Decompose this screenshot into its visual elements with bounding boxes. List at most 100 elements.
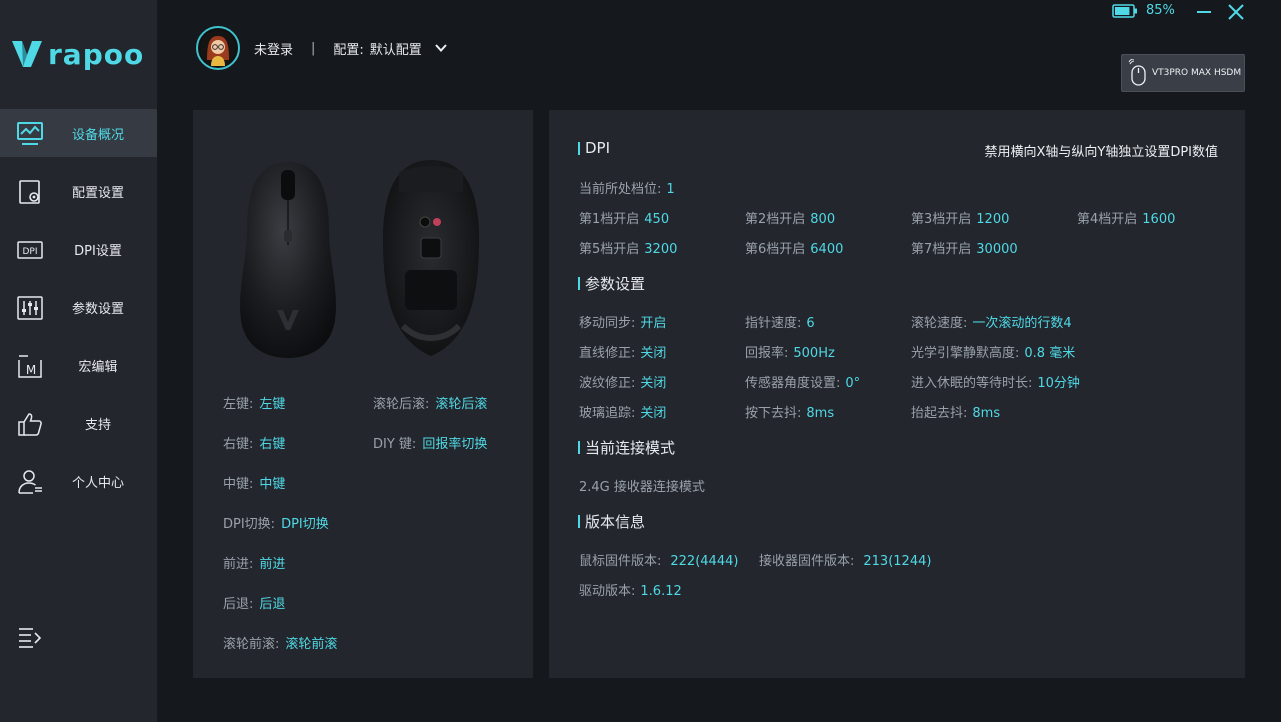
mapping-scroll-down[interactable]: 滚轮后滚: 滚轮后滚	[373, 393, 487, 412]
sidebar-item-macro[interactable]: M 宏编辑	[0, 341, 157, 389]
sliders-icon	[17, 296, 43, 320]
sidebar-item-label: DPI设置	[74, 243, 122, 259]
mouse-firmware-value: 222(4444)	[670, 554, 739, 569]
login-status[interactable]: 未登录	[254, 39, 293, 58]
sidebar-item-label: 参数设置	[71, 301, 124, 317]
sidebar-item-config[interactable]: 配置设置	[0, 167, 157, 215]
dpi-level-label: 第5档开启	[579, 242, 640, 257]
param-label: 移动同步:	[579, 316, 636, 331]
mapping-key: 滚轮后滚:	[373, 397, 430, 412]
param-label: 回报率:	[745, 346, 789, 361]
sidebar: rapoo 设备概况 配置设置 DPI DPI设置 参数设置 M 宏编辑 支持 …	[0, 0, 157, 722]
params-section-title: 参数设置	[578, 273, 645, 294]
mapping-key: 后退:	[223, 597, 254, 612]
mapping-key: 滚轮前滚:	[223, 637, 280, 652]
mapping-dpi-switch[interactable]: DPI切换: DPI切换	[223, 513, 329, 532]
param-label: 指针速度:	[745, 316, 802, 331]
profile-bar: 未登录 | 配置: 默认配置	[196, 26, 448, 70]
param-item: 传感器角度设置: 0°	[745, 372, 860, 391]
macro-icon: M	[18, 355, 42, 378]
battery-fill	[1115, 6, 1130, 15]
dpi-level-label: 第1档开启	[579, 212, 640, 227]
dpi-level: 第6档开启 6400	[745, 238, 843, 257]
mouse-bottom-image	[383, 160, 479, 356]
mapping-key: DIY 键:	[373, 437, 417, 452]
mapping-diy-key[interactable]: DIY 键: 回报率切换	[373, 433, 487, 452]
mapping-value: 右键	[259, 437, 286, 452]
mapping-value: DPI切换	[281, 517, 329, 532]
device-info-panel: DPI 禁用横向X轴与纵向Y轴独立设置DPI数值 当前所处档位: 1 第1档开启 4…	[549, 110, 1245, 678]
avatar[interactable]	[196, 26, 240, 70]
mapping-right-button[interactable]: 右键: 右键	[223, 433, 285, 452]
dpi-level-value: 450	[644, 212, 670, 227]
sidebar-item-params[interactable]: 参数设置	[0, 283, 157, 331]
param-label: 滚轮速度:	[911, 316, 968, 331]
param-value: 关闭	[640, 346, 667, 361]
param-value: 500Hz	[793, 346, 835, 361]
param-value: 一次滚动的行数4	[972, 316, 1072, 331]
param-value: 关闭	[640, 406, 667, 421]
dpi-level-label: 第2档开启	[745, 212, 806, 227]
param-item: 回报率: 500Hz	[745, 342, 835, 361]
mapping-value: 后退	[259, 597, 286, 612]
sidebar-item-label: 支持	[84, 417, 111, 433]
driver-version: 驱动版本: 1.6.12	[579, 580, 682, 599]
sidebar-item-profile[interactable]: 个人中心	[0, 457, 157, 505]
receiver-firmware-version: 接收器固件版本: 213(1244)	[759, 550, 931, 569]
mapping-middle-button[interactable]: 中键: 中键	[223, 473, 285, 492]
param-item: 进入休眠的等待时长: 10分钟	[911, 372, 1080, 391]
rapoo-logo: rapoo	[10, 34, 144, 74]
minimize-icon[interactable]	[1194, 2, 1214, 22]
param-item: 移动同步: 开启	[579, 312, 666, 331]
mapping-left-button[interactable]: 左键: 左键	[223, 393, 285, 412]
monitor-chart-icon	[17, 122, 43, 145]
dpi-xy-toggle-note[interactable]: 禁用横向X轴与纵向Y轴独立设置DPI数值	[984, 141, 1218, 160]
device-selector-button[interactable]: VT3PRO MAX HSDM	[1121, 54, 1245, 92]
chevron-down-icon[interactable]	[434, 41, 448, 55]
param-label: 直线修正:	[579, 346, 636, 361]
dpi-level-value: 3200	[644, 242, 678, 257]
battery-percent: 85%	[1146, 3, 1175, 18]
dpi-level-value: 1200	[976, 212, 1010, 227]
menu-collapse-icon[interactable]	[18, 626, 42, 648]
param-value: 0.8 毫米	[1024, 346, 1076, 361]
dpi-level-label: 第3档开启	[911, 212, 972, 227]
param-item: 直线修正: 关闭	[579, 342, 666, 361]
dpi-level-value: 800	[810, 212, 836, 227]
dpi-section-title: DPI	[578, 139, 610, 157]
mouse-firmware-label: 鼠标固件版本:	[579, 554, 662, 569]
dpi-level-label: 第6档开启	[745, 242, 806, 257]
sidebar-item-label: 个人中心	[71, 475, 124, 491]
param-label: 光学引擎静默高度:	[911, 346, 1020, 361]
mapping-forward[interactable]: 前进: 前进	[223, 553, 285, 572]
mapping-key: 中键:	[223, 477, 254, 492]
header-divider: |	[311, 40, 316, 56]
mapping-scroll-up[interactable]: 滚轮前滚: 滚轮前滚	[223, 633, 337, 652]
param-item: 滚轮速度: 一次滚动的行数4	[911, 312, 1072, 331]
param-label: 抬起去抖:	[911, 406, 968, 421]
sidebar-item-overview[interactable]: 设备概况	[0, 109, 157, 157]
param-value: 8ms	[806, 406, 835, 421]
dpi-level: 第5档开启 3200	[579, 238, 677, 257]
dpi-level-label: 第7档开启	[911, 242, 972, 257]
param-value: 6	[806, 316, 815, 331]
dpi-level-value: 30000	[976, 242, 1018, 257]
settings-file-icon	[19, 180, 40, 204]
svg-text:M: M	[26, 363, 36, 377]
logo-text: rapoo	[48, 37, 145, 71]
mapping-key: DPI切换:	[223, 517, 276, 532]
dpi-current-value: 1	[666, 182, 675, 197]
mapping-back[interactable]: 后退: 后退	[223, 593, 285, 612]
receiver-firmware-label: 接收器固件版本:	[759, 554, 855, 569]
wireless-mouse-icon	[1128, 59, 1146, 86]
close-icon[interactable]	[1226, 2, 1246, 22]
config-value[interactable]: 默认配置	[370, 39, 422, 58]
driver-version-value: 1.6.12	[640, 584, 682, 599]
dpi-level: 第1档开启 450	[579, 208, 669, 227]
dpi-level-value: 6400	[810, 242, 844, 257]
param-item: 波纹修正: 关闭	[579, 372, 666, 391]
sidebar-item-dpi[interactable]: DPI DPI设置	[0, 225, 157, 273]
sidebar-item-support[interactable]: 支持	[0, 399, 157, 447]
dpi-level: 第7档开启 30000	[911, 238, 1018, 257]
param-item: 指针速度: 6	[745, 312, 815, 331]
